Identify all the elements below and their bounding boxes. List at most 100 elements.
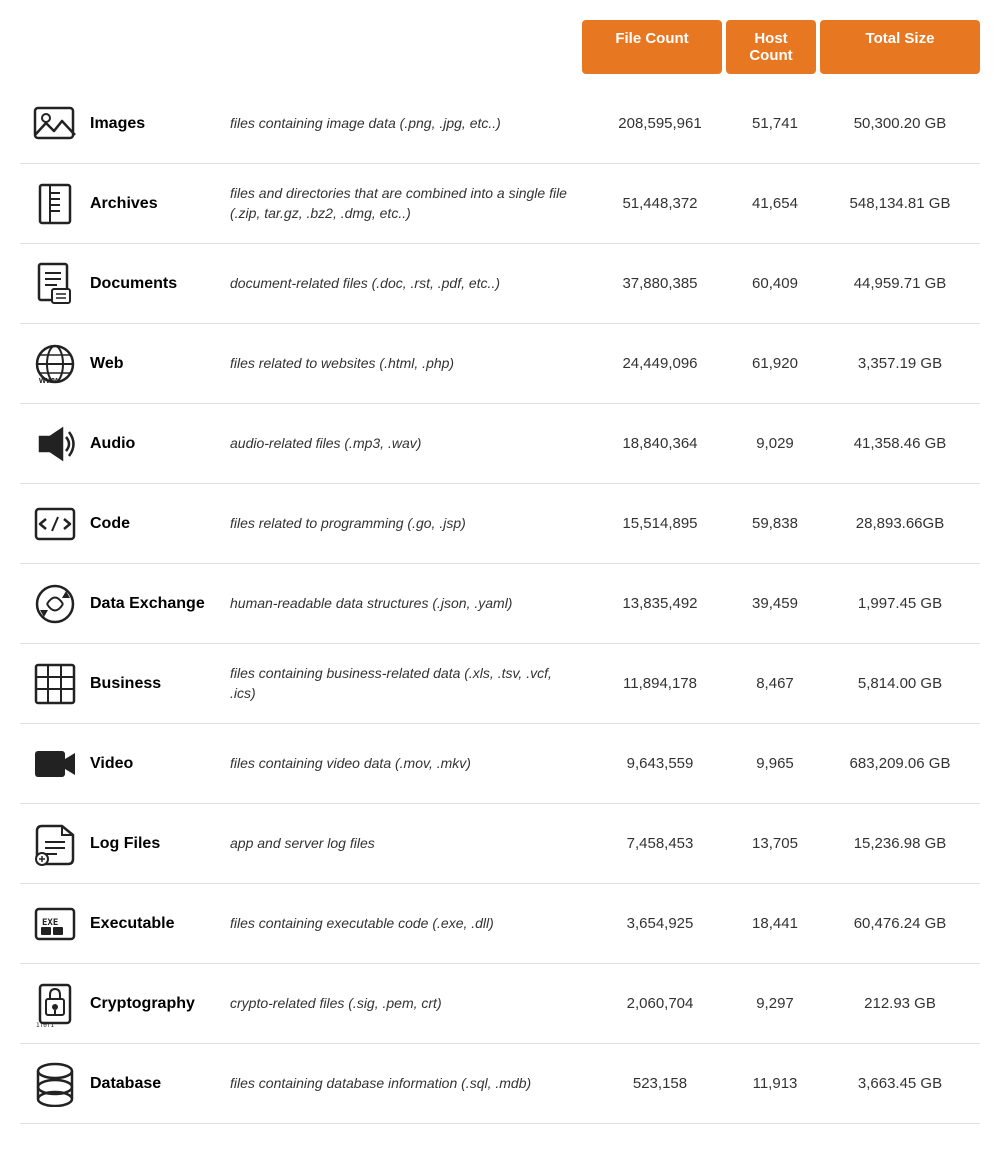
icon-dataexchange bbox=[20, 581, 90, 627]
hostcount-archives: 41,654 bbox=[730, 195, 820, 212]
icon-images bbox=[20, 101, 90, 147]
desc-dataexchange: human-readable data structures (.json, .… bbox=[230, 594, 590, 614]
svg-text:www: www bbox=[38, 375, 61, 385]
table-row-documents: Documents document-related files (.doc, … bbox=[20, 244, 980, 324]
col-header-host-count: Host Count bbox=[726, 20, 816, 74]
desc-web: files related to websites (.html, .php) bbox=[230, 354, 590, 374]
hostcount-web: 61,920 bbox=[730, 355, 820, 372]
icon-database bbox=[20, 1061, 90, 1107]
svg-text:1|0|1: 1|0|1 bbox=[36, 1022, 54, 1027]
totalsize-web: 3,357.19 GB bbox=[820, 355, 980, 372]
totalsize-cryptography: 212.93 GB bbox=[820, 995, 980, 1012]
hostcount-database: 11,913 bbox=[730, 1075, 820, 1092]
col-header-file-count: File Count bbox=[582, 20, 722, 74]
filecount-documents: 37,880,385 bbox=[590, 275, 730, 292]
name-dataexchange: Data Exchange bbox=[90, 595, 230, 613]
table-row-logfiles: Log Files app and server log files 7,458… bbox=[20, 804, 980, 884]
filecount-logfiles: 7,458,453 bbox=[590, 835, 730, 852]
filecount-business: 11,894,178 bbox=[590, 675, 730, 692]
totalsize-video: 683,209.06 GB bbox=[820, 755, 980, 772]
name-cryptography: Cryptography bbox=[90, 995, 230, 1013]
filecount-cryptography: 2,060,704 bbox=[590, 995, 730, 1012]
name-audio: Audio bbox=[90, 435, 230, 453]
desc-archives: files and directories that are combined … bbox=[230, 184, 590, 223]
table-row-audio: Audio audio-related files (.mp3, .wav) 1… bbox=[20, 404, 980, 484]
icon-cryptography: 1|0|1 bbox=[20, 981, 90, 1027]
icon-audio bbox=[20, 421, 90, 467]
table-row-video: Video files containing video data (.mov,… bbox=[20, 724, 980, 804]
desc-audio: audio-related files (.mp3, .wav) bbox=[230, 434, 590, 454]
name-archives: Archives bbox=[90, 195, 230, 213]
filecount-archives: 51,448,372 bbox=[590, 195, 730, 212]
icon-documents bbox=[20, 261, 90, 307]
table-row-executable: EXE Executable files containing executab… bbox=[20, 884, 980, 964]
table-row-dataexchange: Data Exchange human-readable data struct… bbox=[20, 564, 980, 644]
hostcount-audio: 9,029 bbox=[730, 435, 820, 452]
name-documents: Documents bbox=[90, 275, 230, 293]
table-row-code: Code files related to programming (.go, … bbox=[20, 484, 980, 564]
table-row-images: Images files containing image data (.png… bbox=[20, 84, 980, 164]
totalsize-dataexchange: 1,997.45 GB bbox=[820, 595, 980, 612]
totalsize-code: 28,893.66GB bbox=[820, 515, 980, 532]
icon-code bbox=[20, 501, 90, 547]
name-code: Code bbox=[90, 515, 230, 533]
totalsize-business: 5,814.00 GB bbox=[820, 675, 980, 692]
table-row-cryptography: 1|0|1 Cryptography crypto-related files … bbox=[20, 964, 980, 1044]
desc-images: files containing image data (.png, .jpg,… bbox=[230, 114, 590, 134]
filecount-web: 24,449,096 bbox=[590, 355, 730, 372]
desc-logfiles: app and server log files bbox=[230, 834, 590, 854]
hostcount-images: 51,741 bbox=[730, 115, 820, 132]
totalsize-executable: 60,476.24 GB bbox=[820, 915, 980, 932]
filecount-audio: 18,840,364 bbox=[590, 435, 730, 452]
table-body: Images files containing image data (.png… bbox=[20, 84, 980, 1124]
filecount-database: 523,158 bbox=[590, 1075, 730, 1092]
filecount-executable: 3,654,925 bbox=[590, 915, 730, 932]
icon-logfiles bbox=[20, 821, 90, 867]
icon-executable: EXE bbox=[20, 901, 90, 947]
hostcount-documents: 60,409 bbox=[730, 275, 820, 292]
totalsize-documents: 44,959.71 GB bbox=[820, 275, 980, 292]
hostcount-video: 9,965 bbox=[730, 755, 820, 772]
name-images: Images bbox=[90, 115, 230, 133]
name-web: Web bbox=[90, 355, 230, 373]
table-row-web: www Web files related to websites (.html… bbox=[20, 324, 980, 404]
totalsize-audio: 41,358.46 GB bbox=[820, 435, 980, 452]
totalsize-logfiles: 15,236.98 GB bbox=[820, 835, 980, 852]
desc-documents: document-related files (.doc, .rst, .pdf… bbox=[230, 274, 590, 294]
name-logfiles: Log Files bbox=[90, 835, 230, 853]
desc-database: files containing database information (.… bbox=[230, 1074, 590, 1094]
filecount-code: 15,514,895 bbox=[590, 515, 730, 532]
name-database: Database bbox=[90, 1075, 230, 1093]
filecount-video: 9,643,559 bbox=[590, 755, 730, 772]
desc-code: files related to programming (.go, .jsp) bbox=[230, 514, 590, 534]
svg-text:EXE: EXE bbox=[42, 918, 58, 928]
hostcount-business: 8,467 bbox=[730, 675, 820, 692]
table-row-business: Business files containing business-relat… bbox=[20, 644, 980, 724]
name-executable: Executable bbox=[90, 915, 230, 933]
desc-executable: files containing executable code (.exe, … bbox=[230, 914, 590, 934]
icon-web: www bbox=[20, 341, 90, 387]
table-header: File Count Host Count Total Size bbox=[20, 20, 980, 74]
table-row-archives: Archives files and directories that are … bbox=[20, 164, 980, 244]
icon-video bbox=[20, 741, 90, 787]
desc-business: files containing business-related data (… bbox=[230, 664, 590, 703]
col-header-total-size: Total Size bbox=[820, 20, 980, 74]
hostcount-code: 59,838 bbox=[730, 515, 820, 532]
totalsize-archives: 548,134.81 GB bbox=[820, 195, 980, 212]
desc-cryptography: crypto-related files (.sig, .pem, crt) bbox=[230, 994, 590, 1014]
table-row-database: Database files containing database infor… bbox=[20, 1044, 980, 1124]
header-spacer bbox=[20, 20, 582, 74]
icon-business bbox=[20, 661, 90, 707]
main-table: File Count Host Count Total Size Images … bbox=[20, 20, 980, 1124]
hostcount-dataexchange: 39,459 bbox=[730, 595, 820, 612]
totalsize-database: 3,663.45 GB bbox=[820, 1075, 980, 1092]
icon-archives bbox=[20, 181, 90, 227]
column-headers: File Count Host Count Total Size bbox=[582, 20, 980, 74]
desc-video: files containing video data (.mov, .mkv) bbox=[230, 754, 590, 774]
filecount-dataexchange: 13,835,492 bbox=[590, 595, 730, 612]
name-business: Business bbox=[90, 675, 230, 693]
hostcount-logfiles: 13,705 bbox=[730, 835, 820, 852]
hostcount-cryptography: 9,297 bbox=[730, 995, 820, 1012]
name-video: Video bbox=[90, 755, 230, 773]
hostcount-executable: 18,441 bbox=[730, 915, 820, 932]
